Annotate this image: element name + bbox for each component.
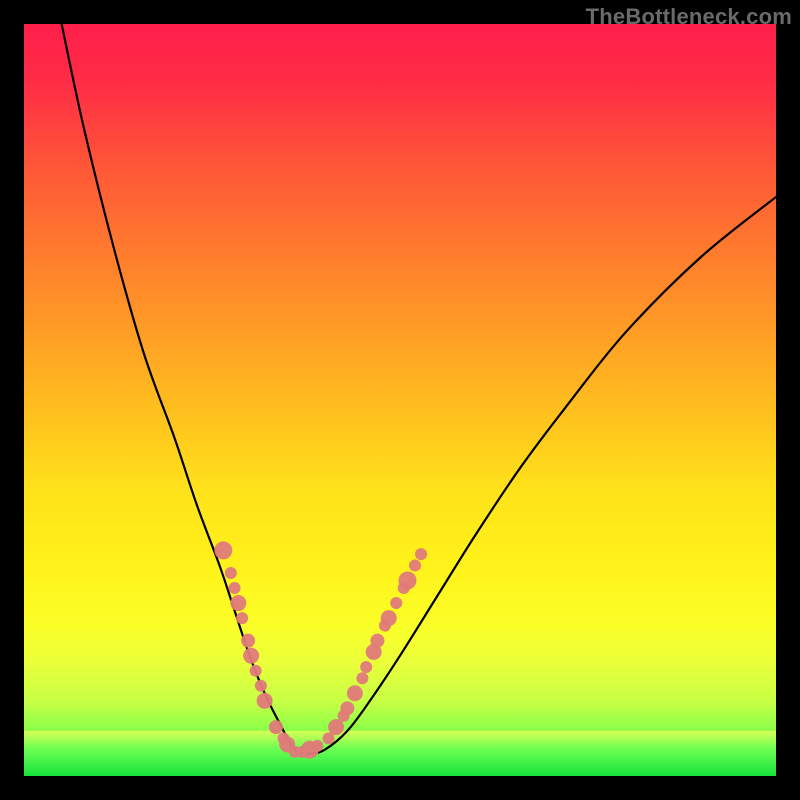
highlight-dot: [360, 661, 372, 673]
highlight-dot: [241, 634, 255, 648]
highlight-dot: [269, 720, 283, 734]
watermark-text: TheBottleneck.com: [586, 4, 792, 30]
gradient-background: [24, 24, 776, 776]
highlight-dot: [255, 680, 267, 692]
highlight-dot: [230, 595, 246, 611]
highlight-dot: [225, 567, 237, 579]
chart-frame: [24, 24, 776, 776]
highlight-dot: [415, 548, 427, 560]
highlight-dot: [381, 610, 397, 626]
green-ideal-band: [24, 731, 776, 776]
highlight-dot: [236, 612, 248, 624]
highlight-dot: [409, 559, 421, 571]
highlight-dot: [356, 672, 368, 684]
highlight-dot: [399, 571, 417, 589]
highlight-dot: [390, 597, 402, 609]
highlight-dot: [340, 701, 354, 715]
highlight-dot: [370, 634, 384, 648]
highlight-dot: [311, 740, 323, 752]
bottleneck-chart: [24, 24, 776, 776]
highlight-dot: [229, 582, 241, 594]
highlight-dot: [257, 693, 273, 709]
highlight-dot: [243, 648, 259, 664]
highlight-dot: [347, 685, 363, 701]
highlight-dot: [250, 665, 262, 677]
highlight-dot: [214, 541, 232, 559]
